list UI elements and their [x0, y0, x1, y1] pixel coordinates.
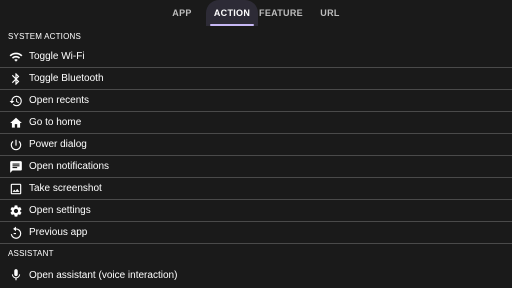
microphone-icon — [8, 267, 24, 283]
tab-feature[interactable]: FEATURE — [258, 0, 304, 26]
home-icon — [8, 115, 24, 131]
list-item-toggle-wifi[interactable]: Toggle Wi-Fi — [0, 46, 512, 68]
tab-app[interactable]: APP — [160, 0, 204, 26]
list-item-label: Open settings — [29, 205, 91, 216]
list-item-previous-app[interactable]: Previous app — [0, 222, 512, 244]
list-item-label: Open assistant (voice interaction) — [29, 269, 178, 281]
bluetooth-icon — [8, 71, 24, 87]
list-item-power-dialog[interactable]: Power dialog — [0, 134, 512, 156]
list-item-open-assistant[interactable]: Open assistant (voice interaction) — [0, 264, 512, 286]
list-item-go-to-home[interactable]: Go to home — [0, 112, 512, 134]
history-icon — [8, 93, 24, 109]
power-icon — [8, 137, 24, 153]
tab-feature-label: FEATURE — [259, 8, 303, 18]
list-item-label: Open notifications — [29, 161, 110, 172]
list-item-open-settings[interactable]: Open settings — [0, 200, 512, 222]
list-item-label: Power dialog — [29, 139, 87, 150]
list-item-open-notifications[interactable]: Open notifications — [0, 156, 512, 178]
list-item-toggle-bluetooth[interactable]: Toggle Bluetooth — [0, 68, 512, 90]
active-tab-indicator — [210, 24, 254, 26]
tab-url[interactable]: URL — [312, 0, 348, 26]
previous-app-icon — [8, 225, 24, 241]
gear-icon — [8, 203, 24, 219]
tab-bar: APP ACTION FEATURE URL — [0, 0, 512, 26]
tab-url-label: URL — [320, 8, 340, 18]
tab-action[interactable]: ACTION — [206, 0, 258, 26]
tab-app-label: APP — [172, 8, 192, 18]
screenshot-image-icon — [8, 181, 24, 197]
list-item-label: Toggle Bluetooth — [29, 73, 104, 84]
list-item-label: Go to home — [29, 117, 82, 128]
wifi-icon — [8, 49, 24, 65]
list-item-open-recents[interactable]: Open recents — [0, 90, 512, 112]
notification-message-icon — [8, 159, 24, 175]
list-item-label: Take screenshot — [29, 183, 102, 194]
section-header-system-actions: SYSTEM ACTIONS — [8, 32, 82, 41]
list-item-label: Open recents — [29, 95, 90, 106]
section-header-assistant: ASSISTANT — [8, 249, 54, 258]
list-item-label: Toggle Wi-Fi — [29, 51, 85, 62]
list-item-take-screenshot[interactable]: Take screenshot — [0, 178, 512, 200]
list-item-label: Previous app — [29, 227, 88, 238]
tab-action-label: ACTION — [213, 8, 251, 18]
